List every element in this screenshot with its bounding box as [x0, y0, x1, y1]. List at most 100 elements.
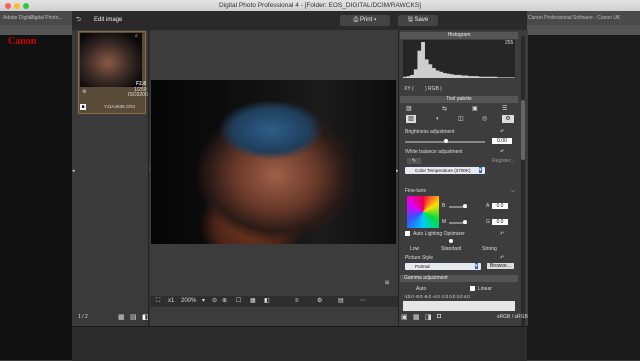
save-button[interactable]: 🖫 Save	[398, 15, 438, 26]
panel-splitter-icon[interactable]: ⋮	[147, 166, 152, 172]
finetune-a-field[interactable]: 0.0	[492, 203, 508, 209]
picture-style-select[interactable]: Portrait	[405, 263, 481, 270]
collapse-left-icon[interactable]: ◂	[72, 168, 75, 174]
palette-scrollbar-thumb[interactable]	[521, 100, 525, 160]
wb-eyedropper-icon[interactable]: ✎	[407, 158, 421, 164]
zoom-level[interactable]: 200%	[181, 297, 196, 305]
wb-reset-icon[interactable]: ↶	[500, 149, 504, 155]
histogram-bar	[471, 76, 476, 78]
alo-checkbox[interactable]	[405, 231, 410, 236]
main-toolbar: ⮌ Edit image ⎙ Print ▾ 🖫 Save	[72, 11, 527, 31]
layout-tool-icon[interactable]: ≡	[295, 297, 299, 305]
tab-basic-icon[interactable]: ▨	[406, 105, 412, 113]
gamma-linear-checkbox[interactable]	[470, 286, 475, 291]
thumb-iso: ISO3200	[128, 92, 148, 98]
wb-dropdown-icon[interactable]: ▾	[479, 167, 482, 173]
camera-icon[interactable]: ◘	[437, 313, 441, 320]
histogram-area	[403, 40, 516, 78]
tab-lens-icon[interactable]: ◎	[482, 115, 487, 123]
view-single-icon[interactable]: ◧	[142, 313, 149, 321]
finetune-label: Fine-tune	[405, 188, 427, 194]
histogram-bar	[428, 64, 433, 78]
zoom-out-icon[interactable]: ⊝	[212, 297, 217, 305]
browser-tab-3[interactable]: Canon Professional Software - Canon UK	[528, 13, 638, 23]
histogram-bar	[421, 42, 425, 78]
finetune-b-knob[interactable]	[463, 204, 467, 208]
histogram-mode: XY (	[404, 86, 414, 92]
zoom-window-icon[interactable]	[23, 3, 29, 9]
histogram-bar	[442, 73, 447, 78]
minimize-window-icon[interactable]	[14, 3, 20, 9]
compare-tool-icon[interactable]: ◧	[264, 297, 270, 305]
back-arrow-icon[interactable]: ⮌	[76, 15, 81, 26]
browse-button[interactable]: Browse...	[487, 263, 514, 269]
thumbnail-image[interactable]	[80, 33, 142, 87]
tab-color-icon[interactable]: ◫	[458, 115, 464, 123]
finetune-m-knob[interactable]	[463, 220, 467, 224]
histogram-bar	[464, 75, 469, 78]
picture-style-dropdown-icon[interactable]: ▾	[475, 263, 478, 269]
finetune-collapse-icon[interactable]: ⌵	[511, 188, 515, 194]
histogram-bar	[457, 74, 462, 78]
grid-tool-icon[interactable]: ▦	[250, 297, 256, 305]
tab-image-icon[interactable]: ▣	[472, 105, 478, 113]
histogram-bar	[460, 75, 465, 78]
tool-palette-header[interactable]: Tool palette	[400, 96, 518, 103]
brightness-reset-icon[interactable]: ↶	[500, 129, 504, 135]
webpage-right-area	[527, 35, 640, 360]
wb-register-button[interactable]: Register...	[492, 158, 515, 164]
fit-window-icon[interactable]: ⛶	[156, 297, 160, 305]
window-title: Digital Photo Professional 4 - [Folder: …	[219, 2, 421, 9]
brightness-value-field[interactable]: 0.00	[492, 138, 512, 144]
alo-reset-icon[interactable]: ↶	[500, 231, 504, 237]
tool-tab-compare-icon[interactable]: ◨	[425, 313, 432, 321]
histogram-bar	[496, 77, 501, 78]
main-photo[interactable]	[151, 80, 396, 244]
alo-label: Auto Lighting Optimizer	[413, 231, 465, 237]
colorspace-label: sRGB / sRGB	[497, 314, 528, 320]
picture-style-reset-icon[interactable]: ↶	[500, 255, 504, 261]
tab-crop-icon[interactable]: ☰	[502, 105, 507, 113]
actual-size-icon[interactable]: x1	[168, 297, 174, 305]
bottom-status-bar	[72, 326, 527, 361]
zoom-dropdown-icon[interactable]: ▾	[202, 297, 205, 305]
histogram-header[interactable]: Histogram	[400, 32, 518, 39]
histogram-channel[interactable]: ) RGB |	[425, 86, 442, 92]
histogram-bar	[493, 76, 498, 78]
histogram-bar	[468, 76, 472, 78]
gamma-auto-button[interactable]: Auto	[416, 286, 426, 292]
wb-preset-select[interactable]: Color Temperature (3700K)	[405, 167, 485, 174]
edit-image-button[interactable]: Edit image	[94, 15, 122, 26]
view-list-icon[interactable]: ▤	[130, 313, 137, 321]
crop-tool-icon[interactable]: ☐	[236, 297, 241, 305]
tab-curve-icon[interactable]: ◐	[436, 115, 440, 123]
zoom-in-icon[interactable]: ⊕	[222, 297, 227, 305]
thumb-checkbox[interactable]: ■	[80, 104, 86, 110]
display-mode-icon[interactable]: ▤	[338, 297, 344, 305]
finetune-g-field[interactable]: 0.0	[492, 219, 508, 225]
color-wheel-picker[interactable]	[407, 196, 439, 228]
view-grid-icon[interactable]: ▦	[118, 313, 125, 321]
tool-tab-edit-icon[interactable]: ▣	[401, 313, 408, 321]
tab-settings-icon[interactable]: ⚙	[502, 115, 514, 123]
more-options-icon[interactable]: ⋯	[360, 297, 366, 305]
palette-scrollbar[interactable]	[521, 36, 525, 326]
histogram-bar	[413, 69, 418, 78]
alo-slider-knob[interactable]	[449, 239, 453, 243]
gamma-curve-area[interactable]	[403, 301, 515, 311]
brightness-slider-knob[interactable]	[444, 139, 448, 143]
close-window-icon[interactable]	[5, 3, 11, 9]
viewer-expand-icon[interactable]: ⊞	[385, 280, 389, 286]
histogram-bar	[453, 74, 458, 78]
tool-tab-adjust-icon[interactable]: ▦	[413, 313, 420, 321]
histogram-bar	[417, 50, 422, 78]
settings-gear-icon[interactable]: ⚙	[317, 297, 322, 305]
histogram-bar	[500, 77, 505, 78]
print-button[interactable]: ⎙ Print ▾	[340, 15, 390, 26]
tab-tone-icon[interactable]: ⇆	[442, 105, 447, 113]
histogram-bar	[507, 77, 512, 78]
browser-tab-2[interactable]: Digital Photo...	[30, 13, 70, 23]
thumbnail-zoom-icon[interactable]: ⌕	[135, 33, 138, 39]
tab-adjust-icon[interactable]: ▨	[406, 115, 416, 123]
gamma-header[interactable]: Gamma adjustment	[400, 275, 518, 282]
